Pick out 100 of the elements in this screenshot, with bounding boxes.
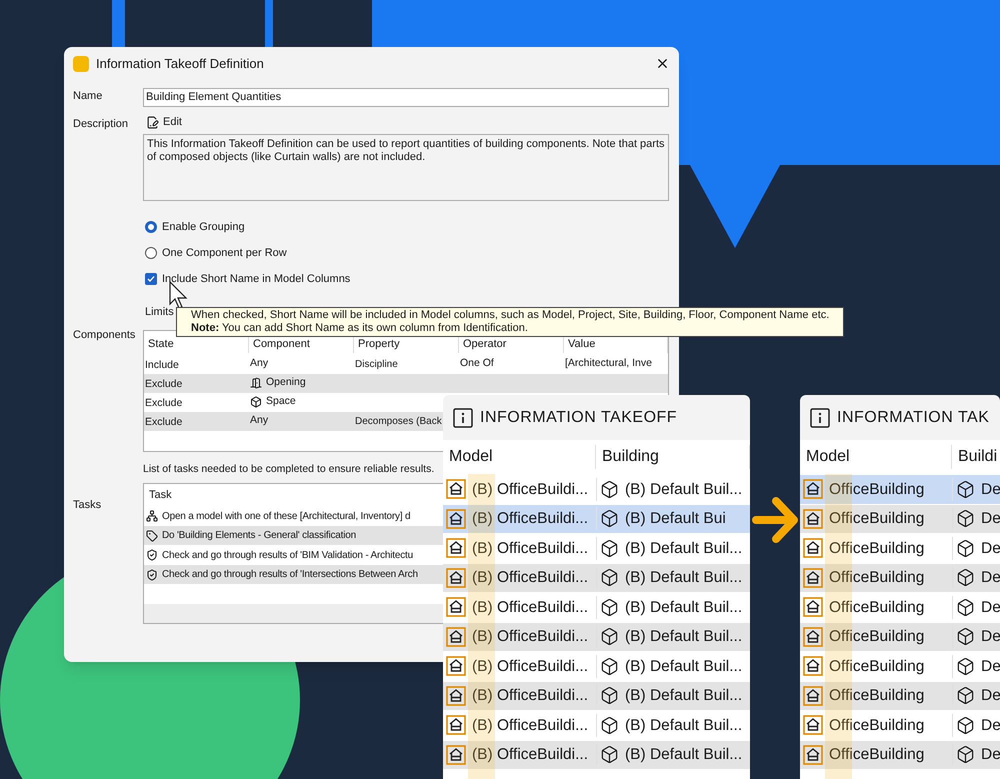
table-cell-text: (B) OfficeBuildi... bbox=[472, 509, 588, 530]
table-cell-text: (B) Default Buil... bbox=[625, 538, 742, 559]
table-cell-text: (B) OfficeBuildi... bbox=[472, 480, 588, 500]
task-text: Do 'Building Elements - General' classification bbox=[162, 529, 356, 543]
house-icon bbox=[803, 597, 823, 618]
table-cell-text: OfficeBuilding bbox=[829, 538, 924, 559]
table-cell-text: OfficeBuilding bbox=[829, 509, 924, 530]
house-icon bbox=[446, 656, 466, 676]
column-header: Building bbox=[596, 445, 750, 469]
house-icon bbox=[446, 597, 466, 618]
radio-button[interactable] bbox=[145, 247, 157, 259]
radio-label: Enable Grouping bbox=[162, 220, 245, 235]
table-row[interactable]: (B) OfficeBuildi... (B) Default Bui bbox=[443, 504, 750, 533]
checkbox[interactable] bbox=[145, 273, 157, 285]
name-field[interactable]: Building Element Quantities bbox=[143, 88, 669, 107]
table-cell-text: De bbox=[981, 686, 1000, 706]
table-cell-text: De bbox=[981, 627, 1000, 648]
column-header: Buildi bbox=[952, 445, 1000, 469]
task-text: Check and go through results of 'Intersections Between Arch bbox=[162, 568, 418, 582]
table-cell-text: Exclude bbox=[144, 396, 184, 410]
table-cell-text: De bbox=[981, 568, 1000, 588]
cube-icon bbox=[956, 480, 975, 499]
table-cell-text: Any bbox=[249, 356, 270, 372]
table-row[interactable]: (B) OfficeBuildi... (B) Default Buil... bbox=[443, 622, 750, 651]
house-icon bbox=[803, 656, 823, 676]
table-cell-text: Decomposes (Back bbox=[354, 414, 443, 428]
app-logo-icon bbox=[73, 56, 89, 72]
tag-icon bbox=[146, 530, 158, 542]
shield-check-icon bbox=[146, 568, 158, 580]
table-cell: Space bbox=[249, 394, 354, 410]
cube-icon bbox=[956, 656, 975, 676]
task-text: Open a model with one of these [Architectural, Inventory] d bbox=[162, 510, 410, 524]
table-cell-text: (B) Default Buil... bbox=[625, 686, 742, 706]
table-cell-text: OfficeBuilding bbox=[829, 656, 924, 677]
column-header: Model bbox=[800, 445, 952, 469]
panel-title: INFORMATION TAKEOFF bbox=[480, 408, 678, 428]
limits-label: Limits bbox=[145, 305, 174, 320]
house-icon bbox=[446, 715, 466, 736]
table-cell-text: (B) OfficeBuildi... bbox=[472, 568, 588, 588]
house-icon bbox=[803, 715, 823, 736]
table-row[interactable]: OfficeBuilding De bbox=[800, 474, 1000, 504]
house-icon bbox=[446, 626, 466, 647]
table-cell-text: Include bbox=[144, 358, 180, 372]
table-row[interactable]: OfficeBuilding De bbox=[800, 740, 1000, 769]
table-row[interactable]: OfficeBuilding De bbox=[800, 680, 1000, 710]
table-cell-text: (B) OfficeBuildi... bbox=[472, 716, 588, 736]
house-icon bbox=[803, 744, 823, 765]
cube-icon bbox=[956, 627, 975, 646]
table-cell-text: OfficeBuilding bbox=[829, 716, 924, 736]
table-cell-text: Exclude bbox=[144, 414, 184, 430]
cube-icon bbox=[600, 656, 619, 676]
table-cell-text: Exclude bbox=[144, 376, 184, 392]
close-icon[interactable] bbox=[655, 56, 670, 71]
field-label: Tasks bbox=[73, 498, 102, 514]
table-cell-text: Any bbox=[249, 413, 270, 428]
table-cell-text: (B) Default Buil... bbox=[625, 480, 742, 500]
door-icon bbox=[250, 377, 262, 389]
table-row[interactable]: (B) OfficeBuildi... (B) Default Buil... bbox=[443, 562, 750, 592]
edit-button[interactable]: Edit bbox=[143, 113, 185, 131]
table-row[interactable]: (B) OfficeBuildi... (B) Default Buil... bbox=[443, 680, 750, 710]
house-icon bbox=[446, 568, 466, 588]
cube-icon bbox=[956, 745, 975, 764]
table-row[interactable]: OfficeBuilding De bbox=[800, 622, 1000, 651]
table-row[interactable]: OfficeBuilding De bbox=[800, 504, 1000, 533]
cube-icon bbox=[600, 716, 619, 735]
hierarchy-icon bbox=[146, 510, 158, 522]
table-cell-text: OfficeBuilding bbox=[829, 686, 924, 706]
cube-icon bbox=[956, 598, 975, 617]
table-cell-text: OfficeBuilding bbox=[829, 568, 924, 588]
shield-check-icon bbox=[146, 549, 158, 561]
description-field[interactable]: This Information Takeoff Definition can be used to report quantities of building components. Note that parts of composed objects (like Curtain walls) are not included. bbox=[143, 134, 669, 201]
cube-icon bbox=[956, 509, 975, 528]
radio-button[interactable] bbox=[145, 221, 157, 233]
table-cell-text: (B) Default Buil... bbox=[625, 568, 742, 588]
cube-icon bbox=[600, 509, 619, 528]
table-cell-text: (B) Default Buil... bbox=[625, 745, 742, 766]
cube-icon bbox=[600, 686, 619, 706]
tasks-caption: List of tasks needed to be completed to ensure reliable results. bbox=[143, 462, 434, 476]
table-cell-text: De bbox=[981, 509, 1000, 530]
field-label: Components bbox=[73, 328, 136, 342]
table-cell: Opening bbox=[249, 375, 354, 391]
table-cell-text: (B) OfficeBuildi... bbox=[472, 598, 588, 618]
house-icon bbox=[803, 538, 823, 558]
table-row[interactable]: OfficeBuilding De bbox=[800, 562, 1000, 592]
table-cell-text: OfficeBuilding bbox=[829, 598, 924, 618]
house-icon bbox=[803, 686, 823, 706]
table-cell-text: (B) Default Buil... bbox=[625, 716, 742, 736]
table-cell-text: OfficeBuilding bbox=[829, 480, 924, 500]
table-cell-text: De bbox=[981, 716, 1000, 736]
house-icon bbox=[446, 744, 466, 765]
house-icon bbox=[446, 479, 466, 500]
table-cell-text: OfficeBuilding bbox=[829, 627, 924, 648]
cube-icon bbox=[600, 538, 619, 558]
info-icon bbox=[453, 408, 473, 428]
house-icon bbox=[446, 686, 466, 706]
decorative-stripe bbox=[112, 0, 125, 48]
edit-icon bbox=[146, 116, 159, 128]
table-cell-text: (B) OfficeBuildi... bbox=[472, 627, 588, 648]
radio-label: One Component per Row bbox=[162, 246, 287, 261]
table-row[interactable]: (B) OfficeBuildi... (B) Default Buil... bbox=[443, 740, 750, 769]
